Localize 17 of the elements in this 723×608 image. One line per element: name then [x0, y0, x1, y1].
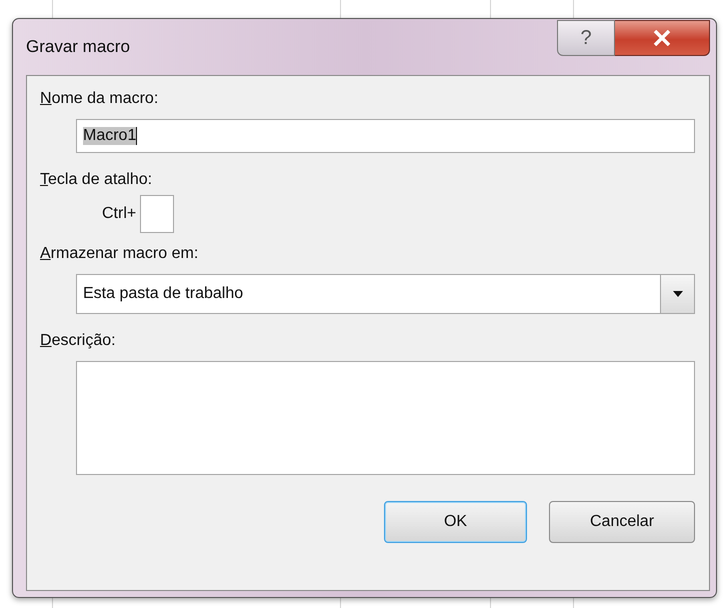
close-button[interactable]	[615, 20, 710, 56]
input-field[interactable]: Macro1	[76, 119, 695, 153]
dropdown-button[interactable]	[660, 275, 694, 313]
description-field[interactable]	[76, 361, 695, 475]
close-icon	[653, 30, 671, 46]
dialog-button[interactable]: Cancelar	[549, 501, 695, 543]
window-title: Gravar macro	[26, 37, 130, 57]
dialog-button[interactable]: OK	[384, 501, 527, 543]
shortcut-prefix: Ctrl+	[102, 205, 136, 223]
dropdown[interactable]: Esta pasta de trabalho	[76, 274, 695, 314]
field-label: Nome da macro:	[40, 90, 160, 108]
field-label: Tecla de atalho:	[40, 171, 154, 189]
help-button[interactable]: ?	[557, 20, 615, 56]
input-field[interactable]	[140, 195, 174, 233]
caret-icon	[672, 291, 682, 297]
field-label: Armazenar macro em:	[40, 245, 200, 263]
field-label: Descrição:	[40, 332, 117, 350]
